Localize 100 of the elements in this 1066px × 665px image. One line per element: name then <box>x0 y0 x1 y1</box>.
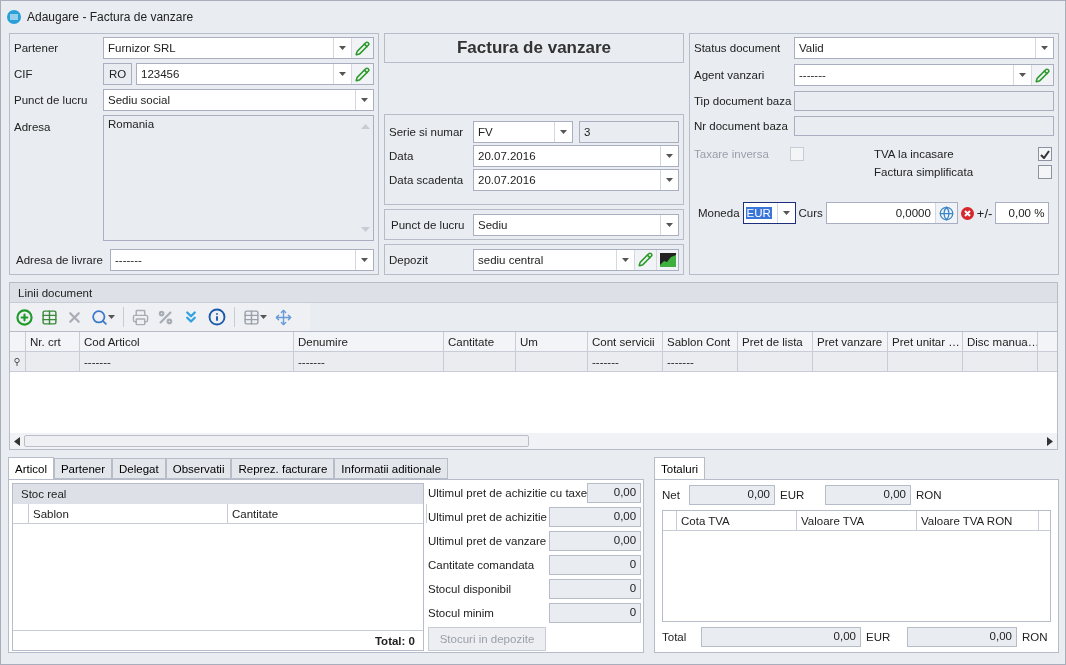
combo-field[interactable]: Valid <box>794 37 1054 59</box>
prefix-field: RO <box>103 63 132 85</box>
value-field: 0,00 <box>587 483 642 503</box>
option-label: TVA la incasare <box>874 148 954 160</box>
caret-icon <box>1019 73 1026 77</box>
combo-field[interactable]: Furnizor SRL <box>103 37 374 59</box>
chart-icon <box>659 252 676 267</box>
printer-icon <box>132 308 149 326</box>
edit-button[interactable] <box>351 64 373 84</box>
field-label: CIF <box>14 68 34 80</box>
chart-button[interactable] <box>656 249 678 270</box>
column-header[interactable]: Denumire <box>294 332 444 351</box>
tab[interactable]: Partener <box>53 458 113 479</box>
rate-field[interactable]: 0,0000 <box>825 202 958 224</box>
scroll-up-icon <box>360 124 370 129</box>
column-header[interactable]: Pret de lista <box>738 332 813 351</box>
info-button[interactable] <box>208 308 226 326</box>
caret-icon <box>361 98 368 102</box>
edit-button[interactable] <box>351 38 373 58</box>
value-field: 0,00 <box>549 507 642 527</box>
field-label: Net <box>662 489 681 501</box>
scroll-left-icon[interactable] <box>14 436 20 446</box>
percent-field[interactable]: 0,00 % <box>995 202 1050 224</box>
option-label: Taxare inversa <box>694 148 769 160</box>
tab[interactable]: Observatii <box>165 458 232 479</box>
field-label: Serie si numar <box>389 126 465 138</box>
caret-icon <box>666 178 673 182</box>
scroll-right-icon[interactable] <box>1047 436 1053 446</box>
window-title: Adaugare - Factura de vanzare <box>27 10 194 24</box>
caret-icon <box>666 154 673 158</box>
field-label: Agent vanzari <box>694 69 766 81</box>
field-label: Cantitate comandata <box>428 559 535 571</box>
combo-field[interactable]: sediu central <box>473 248 679 271</box>
column-header[interactable]: Pret unitar … <box>888 332 963 351</box>
caret-icon <box>260 315 267 319</box>
edit-button[interactable] <box>1031 65 1053 85</box>
caret-icon <box>560 130 567 134</box>
layout-button[interactable] <box>243 308 267 326</box>
field-label: Ultimul pret de achizitie <box>428 511 547 523</box>
checkbox[interactable] <box>1038 165 1052 179</box>
combo-field[interactable]: Sediu social <box>103 89 374 111</box>
caret-icon <box>666 222 673 227</box>
field-label: Data <box>389 150 415 162</box>
tab[interactable]: Reprez. facturare <box>231 458 335 479</box>
caret-icon <box>339 72 346 76</box>
panel-title: Stoc real <box>21 488 67 500</box>
combo-field[interactable]: FV <box>473 121 573 143</box>
value-field: 0 <box>549 579 642 599</box>
combo-field[interactable]: 20.07.2016 <box>473 169 679 191</box>
field-label: Stocul minim <box>428 607 494 619</box>
column-header[interactable]: Valoare TVA <box>797 511 917 530</box>
scrollbar-thumb[interactable] <box>24 435 529 447</box>
checkbox[interactable] <box>1038 147 1052 161</box>
column-header[interactable]: Cod Articol <box>80 332 294 351</box>
column-header[interactable]: Cota TVA <box>677 511 797 530</box>
table-cell: ------- <box>588 352 663 371</box>
tab[interactable]: Delegat <box>112 458 166 479</box>
pencil-icon <box>355 40 370 56</box>
clear-icon[interactable] <box>960 206 974 220</box>
column-header[interactable]: Cantitate <box>444 332 516 351</box>
amount-field: 0,00 <box>825 485 911 505</box>
column-header[interactable]: Nr. crt <box>26 332 80 351</box>
tab[interactable]: Informatii aditionale <box>334 458 449 479</box>
move-button[interactable] <box>275 308 292 326</box>
field-label: +/- <box>976 205 993 221</box>
value-field: 0 <box>549 555 642 575</box>
combo-field[interactable]: ------- <box>794 64 1054 86</box>
tab[interactable]: Articol <box>8 457 54 479</box>
currency-label: RON <box>916 489 942 501</box>
field-label: Partener <box>14 42 60 54</box>
number-field[interactable]: 3 <box>579 121 679 143</box>
column-header[interactable]: Disc manua… <box>963 332 1038 351</box>
panel-title: Linii document <box>18 286 93 299</box>
combo-field[interactable]: 20.07.2016 <box>473 145 679 167</box>
column-header[interactable]: Cantitate <box>228 504 427 523</box>
field-label: Punct de lucru <box>390 218 466 231</box>
sheet-icon <box>243 308 260 326</box>
column-header[interactable]: Pret vanzare <box>813 332 888 351</box>
refresh-rate-button[interactable] <box>934 203 957 223</box>
pin-icon <box>14 357 20 366</box>
tab[interactable]: Totaluri <box>654 457 706 479</box>
column-header[interactable]: Sablon Cont <box>663 332 738 351</box>
field-label: Total <box>662 631 688 643</box>
combo-field[interactable]: Sediu <box>473 213 679 236</box>
field-label: Depozit <box>389 253 429 266</box>
column-header[interactable]: Sablon <box>29 504 228 523</box>
column-header[interactable]: Um <box>516 332 588 351</box>
option-label: Factura simplificata <box>874 166 974 178</box>
move-icon <box>275 308 292 326</box>
field-label: Ultimul pret de vanzare <box>428 535 547 547</box>
percent-icon <box>157 308 174 326</box>
combo-field[interactable]: 123456 <box>136 63 374 85</box>
address-memo[interactable]: Romania <box>103 115 374 241</box>
field-label: Adresa de livrare <box>15 254 104 266</box>
add-button[interactable] <box>16 308 33 326</box>
currency-combo[interactable]: EUR <box>742 202 796 224</box>
column-header[interactable]: Valoare TVA RON <box>917 511 1039 530</box>
combo-field[interactable]: ------- <box>110 249 374 271</box>
column-header[interactable]: Cont servicii <box>588 332 663 351</box>
search-button[interactable] <box>91 308 115 326</box>
